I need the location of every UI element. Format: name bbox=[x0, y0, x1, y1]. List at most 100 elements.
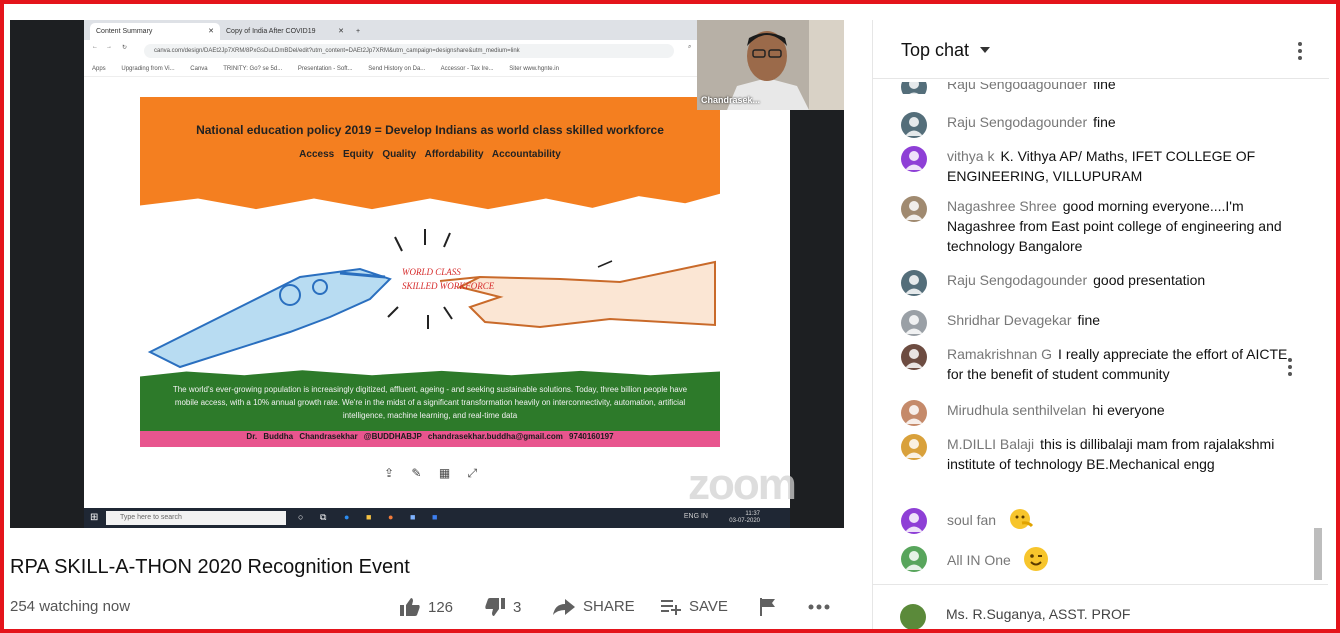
taskbar-search-input[interactable]: Type here to search bbox=[106, 511, 286, 525]
edge-icon[interactable]: ● bbox=[344, 512, 349, 522]
save-label: SAVE bbox=[689, 598, 728, 615]
chat-author: Raju Sengodagounder bbox=[947, 114, 1088, 130]
app-icon[interactable]: ■ bbox=[410, 512, 415, 522]
bookmark-item[interactable]: Accessor - Tax Ire... bbox=[441, 66, 494, 72]
bookmark-item[interactable]: Canva bbox=[190, 66, 207, 72]
avatar bbox=[901, 310, 927, 336]
user-avatar-icon bbox=[905, 349, 923, 368]
bookmark-item[interactable]: Siter www.hgnte.in bbox=[509, 66, 559, 72]
user-avatar-icon bbox=[905, 551, 923, 570]
avatar bbox=[900, 604, 926, 630]
browser-tab-2[interactable]: Copy of India After COVID19 ✕ bbox=[220, 23, 350, 40]
chat-message: All IN One bbox=[901, 546, 1301, 577]
avatar bbox=[901, 546, 927, 572]
pinned-message: Ms. R.Suganya, ASST. PROF bbox=[900, 604, 1300, 630]
chat-author: Ramakrishnan G bbox=[947, 346, 1053, 362]
user-avatar-icon bbox=[905, 405, 923, 424]
bookmark-item[interactable]: Send History on Da... bbox=[368, 66, 425, 72]
message-menu-icon[interactable] bbox=[1288, 358, 1292, 379]
zoom-watermark: zoom bbox=[688, 460, 797, 509]
edit-icon[interactable]: ✎ bbox=[411, 466, 421, 480]
winking-face-emoji-icon bbox=[1023, 546, 1049, 577]
chat-message: Mirudhula senthilvelan hi everyone bbox=[901, 400, 1301, 426]
presenter-camera: Chandrasek... bbox=[697, 20, 844, 110]
chat-author: soul fan bbox=[947, 512, 997, 529]
chat-message: Nagashree Shree good morning everyone....… bbox=[901, 196, 1301, 256]
clock-time: 11:37 bbox=[745, 511, 760, 517]
thumbs-down-icon bbox=[485, 598, 505, 616]
avatar bbox=[901, 344, 927, 370]
bookmark-item[interactable]: Apps bbox=[92, 66, 106, 72]
like-count: 126 bbox=[428, 598, 454, 616]
save-button[interactable]: SAVE bbox=[661, 598, 728, 615]
new-tab-icon[interactable]: + bbox=[350, 23, 366, 40]
zoom-app-icon[interactable]: ■ bbox=[432, 512, 437, 522]
avatar bbox=[901, 434, 927, 460]
browser-tab-1[interactable]: Content Summary ✕ bbox=[90, 23, 220, 40]
presentation-slide: National education policy 2019 = Develop… bbox=[140, 97, 720, 447]
forward-icon[interactable]: → bbox=[106, 44, 112, 50]
chat-text: fine bbox=[1077, 312, 1101, 328]
lang-indicator: ENG IN bbox=[683, 513, 708, 520]
video-title: RPA SKILL-A-THON 2020 Recognition Event bbox=[10, 556, 410, 578]
chevron-down-icon[interactable] bbox=[980, 47, 990, 53]
like-button[interactable]: 126 bbox=[400, 598, 453, 616]
chat-scrollbar[interactable] bbox=[1314, 528, 1322, 580]
slide-author-line: Dr. Buddha Chandrasekhar @BUDDHABJP chan… bbox=[246, 432, 614, 441]
search-icon[interactable]: ⌕ bbox=[688, 44, 691, 51]
grid-icon[interactable]: ▦ bbox=[439, 466, 450, 480]
chat-menu-icon[interactable] bbox=[1298, 42, 1302, 63]
report-button[interactable] bbox=[760, 598, 784, 616]
task-view-icon[interactable]: ⧉ bbox=[320, 512, 326, 523]
robot-human-hands-illustration: WORLD CLASS SKILLED WORKFORCE bbox=[147, 229, 716, 369]
watching-count: 254 watching now bbox=[10, 598, 131, 615]
browser-tab-bar: Content Summary ✕ Copy of India After CO… bbox=[84, 20, 790, 40]
user-avatar-icon bbox=[905, 151, 923, 170]
chat-message: Raju Sengodagounder fine bbox=[901, 112, 1301, 138]
url-input[interactable]: canva.com/design/DAEt2Jp7XRM/8PxGsDuLDmB… bbox=[144, 44, 674, 58]
bookmarks-bar: Apps Upgrading from Vi... Canva TRINITY:… bbox=[84, 62, 798, 77]
windows-start-icon[interactable]: ⊞ bbox=[90, 512, 98, 523]
chat-message: soul fan bbox=[901, 508, 1301, 535]
chat-header: Top chat bbox=[873, 20, 1329, 79]
bookmark-item[interactable]: Presentation - Soft... bbox=[298, 66, 353, 72]
chat-author: vithya k bbox=[947, 148, 995, 164]
chat-divider bbox=[872, 584, 1328, 585]
cortana-icon[interactable]: ○ bbox=[298, 512, 303, 522]
share-icon[interactable]: ⇪ bbox=[384, 466, 394, 480]
close-icon[interactable]: ✕ bbox=[208, 23, 214, 40]
close-icon[interactable]: ✕ bbox=[338, 23, 344, 40]
chrome-icon[interactable]: ● bbox=[388, 512, 393, 522]
tab1-label: Content Summary bbox=[96, 28, 153, 35]
art-label-skilled-workforce: SKILLED WORKFORCE bbox=[402, 281, 495, 291]
bookmark-item[interactable]: Upgrading from Vi... bbox=[121, 66, 174, 72]
reload-icon[interactable]: ↻ bbox=[122, 44, 127, 51]
pinned-author: Ms. R.Suganya, ASST. PROF bbox=[946, 606, 1131, 622]
bookmark-item[interactable]: TRINITY: Go? se 5d... bbox=[223, 66, 282, 72]
chat-message: Ramakrishnan GI really appreciate the ef… bbox=[901, 344, 1301, 384]
chat-text: fine bbox=[1093, 114, 1116, 130]
chat-message: Shridhar Devagekar fine bbox=[901, 310, 1301, 336]
chat-mode-selector[interactable]: Top chat bbox=[901, 40, 969, 61]
chat-author: Mirudhula senthilvelan bbox=[947, 402, 1087, 418]
chat-text: good presentation bbox=[1093, 272, 1206, 288]
dislike-button[interactable]: 3 bbox=[485, 598, 521, 616]
art-label-world-class: WORLD CLASS bbox=[402, 267, 461, 277]
flag-icon bbox=[760, 598, 775, 616]
windows-taskbar: ⊞ Type here to search ○ ⧉ ● ■ ● ■ ■ ENG … bbox=[84, 508, 790, 528]
user-avatar-icon bbox=[905, 513, 923, 532]
folder-icon[interactable]: ■ bbox=[366, 512, 371, 522]
tab2-label: Copy of India After COVID19 bbox=[226, 28, 316, 35]
fullscreen-icon[interactable]: ⤢ bbox=[468, 466, 478, 480]
chat-author: Raju Sengodagounder bbox=[947, 272, 1088, 288]
taskbar-clock: 11:37 03-07-2020 bbox=[729, 511, 760, 525]
chat-message: M.DILLI Balaji this is dillibalaji mam fr… bbox=[901, 434, 1301, 474]
presenter-name: Chandrasek... bbox=[701, 95, 761, 105]
user-avatar-icon bbox=[905, 117, 923, 136]
share-button[interactable]: SHARE bbox=[553, 598, 635, 615]
chat-text: hi everyone bbox=[1092, 402, 1165, 418]
video-player[interactable]: Content Summary ✕ Copy of India After CO… bbox=[10, 20, 844, 528]
more-actions-button[interactable] bbox=[808, 604, 838, 610]
back-icon[interactable]: ← bbox=[92, 44, 98, 50]
avatar bbox=[901, 112, 927, 138]
